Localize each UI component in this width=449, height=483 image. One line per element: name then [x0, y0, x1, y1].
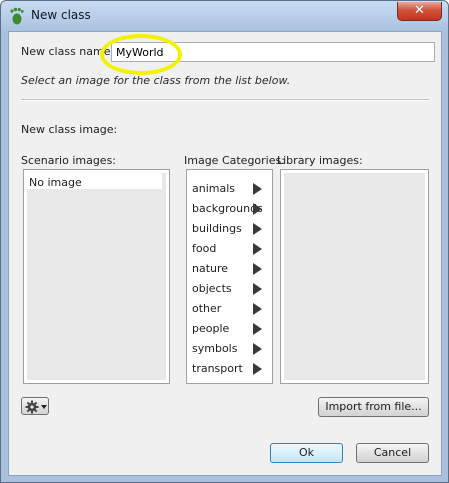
close-icon: ✕	[414, 3, 425, 18]
triangle-right-icon	[253, 263, 262, 275]
category-item-symbols[interactable]: symbols	[190, 339, 269, 359]
list-item-label: No image	[29, 176, 82, 189]
scenario-images-list[interactable]: No image	[23, 169, 170, 384]
gear-icon	[25, 400, 39, 414]
category-label: nature	[192, 262, 229, 275]
category-label: food	[192, 242, 217, 255]
dialog-body: New class name Select an image for the c…	[8, 31, 442, 476]
triangle-right-icon	[253, 223, 262, 235]
category-item-other[interactable]: other	[190, 299, 269, 319]
category-label: symbols	[192, 342, 238, 355]
category-label: transport	[192, 362, 243, 375]
instruction-text: Select an image for the class from the l…	[21, 74, 291, 87]
triangle-right-icon	[253, 183, 262, 195]
category-item-transport[interactable]: transport	[190, 359, 269, 379]
category-item-nature[interactable]: nature	[190, 259, 269, 279]
scenario-images-label: Scenario images:	[21, 154, 117, 167]
highlight-annotation	[100, 34, 182, 75]
image-categories-label: Image Categories:	[184, 154, 285, 167]
category-label: buildings	[192, 222, 242, 235]
triangle-right-icon	[253, 323, 262, 335]
class-name-label: New class name	[21, 45, 111, 58]
import-from-file-button[interactable]: Import from file...	[318, 397, 429, 417]
chevron-down-icon	[41, 405, 47, 409]
category-item-animals[interactable]: animals	[190, 179, 269, 199]
options-menu-button[interactable]	[21, 397, 49, 415]
close-button[interactable]: ✕	[397, 2, 442, 21]
title-bar[interactable]: New class ✕	[1, 1, 448, 31]
triangle-right-icon	[253, 283, 262, 295]
new-class-dialog: New class ✕ New class name Select an ima…	[0, 0, 449, 483]
triangle-right-icon	[253, 243, 262, 255]
category-item-objects[interactable]: objects	[190, 279, 269, 299]
library-images-label: Library images:	[277, 154, 363, 167]
category-label: objects	[192, 282, 232, 295]
category-item-food[interactable]: food	[190, 239, 269, 259]
category-label: other	[192, 302, 222, 315]
cancel-button[interactable]: Cancel	[356, 443, 429, 463]
category-item-buildings[interactable]: buildings	[190, 219, 269, 239]
class-image-label: New class image:	[21, 123, 118, 136]
triangle-right-icon	[253, 203, 262, 215]
library-images-list[interactable]	[280, 169, 429, 384]
category-item-people[interactable]: people	[190, 319, 269, 339]
window-title: New class	[31, 8, 91, 22]
category-item-backgrounds[interactable]: backgrounds	[190, 199, 269, 219]
image-categories-list[interactable]: animals backgrounds buildings food nature obj…	[186, 169, 273, 384]
divider	[21, 99, 429, 101]
greenfoot-foot-icon	[10, 7, 24, 25]
ok-button[interactable]: Ok	[270, 443, 343, 463]
triangle-right-icon	[253, 363, 262, 375]
triangle-right-icon	[253, 343, 262, 355]
category-label: people	[192, 322, 230, 335]
triangle-right-icon	[253, 303, 262, 315]
category-label: animals	[192, 182, 236, 195]
list-item[interactable]: No image	[27, 173, 162, 189]
